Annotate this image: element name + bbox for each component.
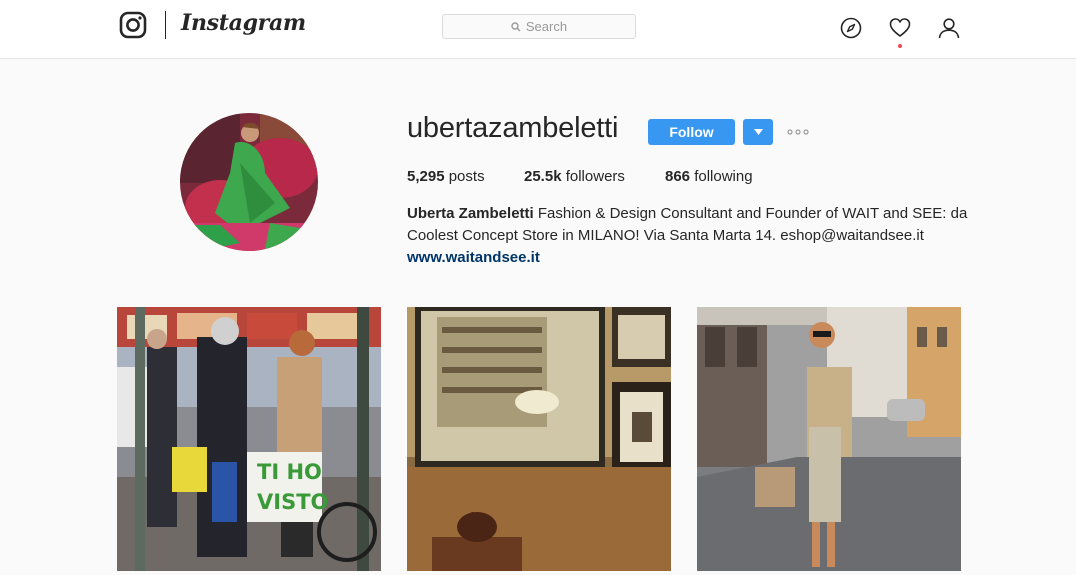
search-placeholder: Search: [525, 19, 568, 34]
more-options-icon[interactable]: [787, 126, 811, 138]
logo-divider: [165, 11, 166, 39]
profile-avatar[interactable]: [180, 113, 318, 251]
sign-text-2: VISTO: [257, 490, 328, 514]
post-thumbnail[interactable]: TI HO VISTO: [117, 307, 381, 571]
bio-text-1: Fashion & Design Consultant and Founder …: [537, 205, 968, 222]
post-thumbnail[interactable]: [407, 307, 671, 571]
instagram-wordmark-logo[interactable]: Instagram: [181, 10, 306, 36]
follow-button[interactable]: Follow: [648, 119, 735, 145]
followers-stat[interactable]: 25.5k followers: [524, 168, 625, 185]
person-icon[interactable]: [938, 17, 960, 39]
compass-icon[interactable]: [840, 17, 862, 39]
posts-stat: 5,295 posts: [407, 168, 485, 185]
bio-website-link[interactable]: www.waitandsee.it: [407, 247, 987, 269]
profile-username: ubertazambeletti: [407, 112, 619, 144]
posts-label: posts: [448, 168, 485, 185]
caret-down-icon: [753, 129, 763, 135]
posts-count: 5,295: [407, 168, 445, 185]
post-thumbnail[interactable]: [697, 307, 961, 571]
bio-text-2: Coolest Concept Store in MILANO! Via San…: [407, 227, 924, 244]
following-stat[interactable]: 866 following: [665, 168, 753, 185]
heart-icon[interactable]: [889, 17, 911, 39]
profile-bio: Uberta Zambeletti Fashion & Design Consu…: [407, 203, 987, 269]
notification-dot: [898, 44, 902, 48]
followers-label: followers: [565, 168, 625, 185]
following-label: following: [694, 168, 753, 185]
instagram-glyph-icon[interactable]: [119, 11, 147, 39]
bio-full-name: Uberta Zambeletti: [407, 205, 534, 222]
search-icon: [511, 21, 521, 31]
top-navigation-bar: Instagram Search: [0, 0, 1076, 59]
search-input[interactable]: Search: [442, 14, 636, 39]
suggestions-dropdown-button[interactable]: [743, 119, 773, 145]
following-count: 866: [665, 168, 691, 185]
followers-count: 25.5k: [524, 168, 562, 185]
sign-text-1: TI HO: [257, 460, 322, 484]
bio-line-1: Uberta Zambeletti Fashion & Design Consu…: [407, 203, 987, 225]
